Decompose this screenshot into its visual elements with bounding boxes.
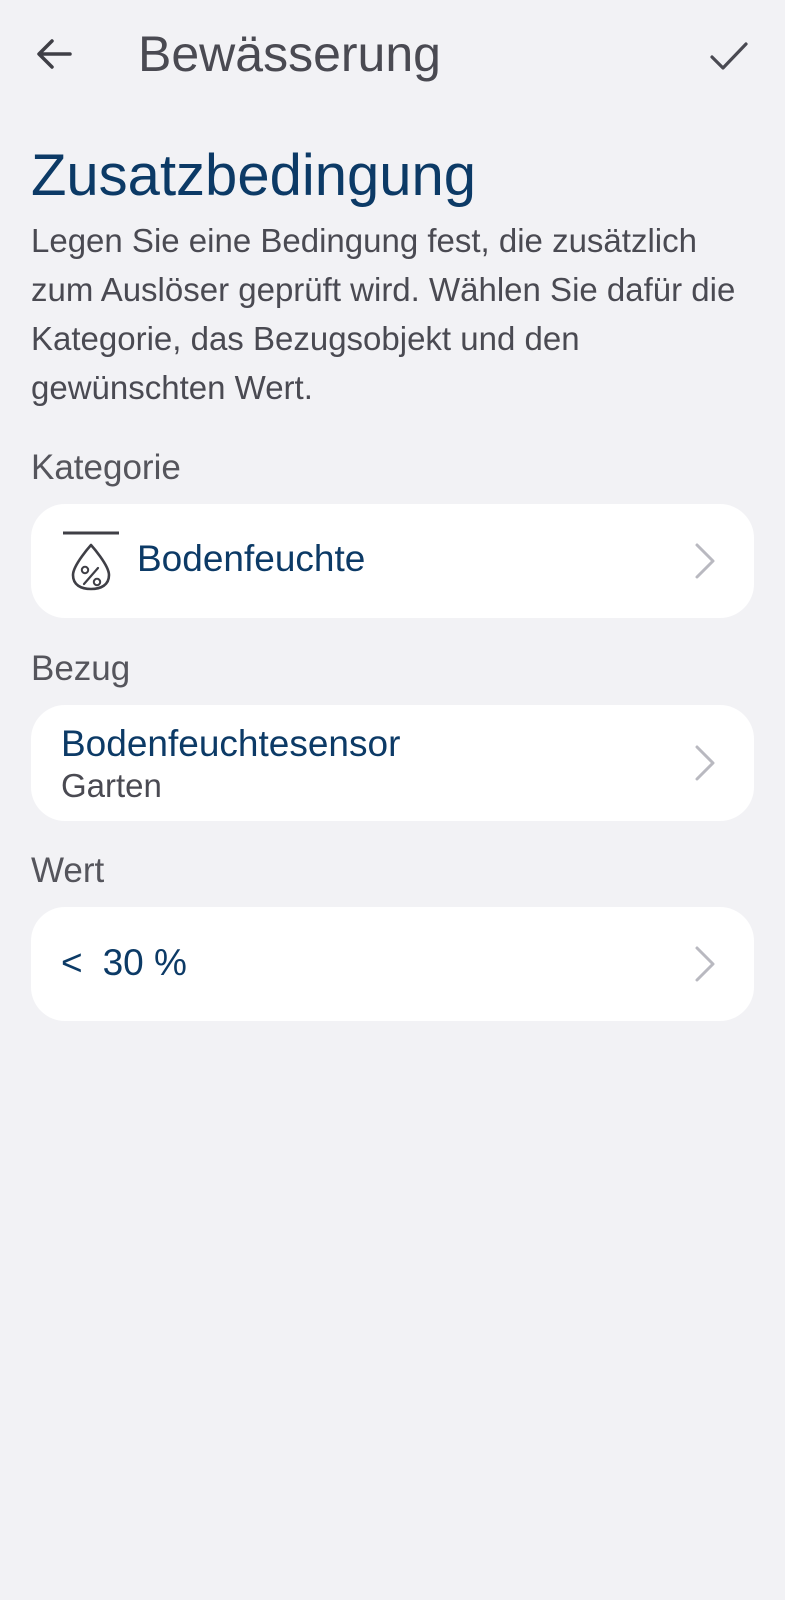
- soil-moisture-icon: [63, 531, 119, 591]
- back-button[interactable]: [28, 28, 80, 80]
- app-title: Bewässerung: [138, 26, 441, 82]
- reference-location: Garten: [61, 767, 162, 804]
- category-card[interactable]: Bodenfeuchte: [31, 504, 754, 618]
- category-value: Bodenfeuchte: [137, 538, 366, 579]
- chevron-right-icon: [695, 543, 715, 579]
- reference-label: Bezug: [31, 649, 131, 688]
- chevron-right-icon: [695, 745, 715, 781]
- reference-device: Bodenfeuchtesensor: [61, 723, 401, 764]
- confirm-button[interactable]: [701, 28, 757, 84]
- reference-card[interactable]: Bodenfeuchtesensor Garten: [31, 705, 754, 821]
- category-label: Kategorie: [31, 448, 181, 487]
- app-bar: Bewässerung: [0, 0, 785, 110]
- value-operator: <: [61, 942, 83, 983]
- section-title: Zusatzbedingung: [31, 143, 476, 208]
- arrow-left-icon: [37, 39, 72, 69]
- value-amount: 30 %: [102, 942, 187, 983]
- value-display: <30 %: [61, 939, 187, 987]
- value-label: Wert: [31, 851, 105, 890]
- check-icon: [710, 42, 748, 70]
- value-card[interactable]: <30 %: [31, 907, 754, 1021]
- chevron-right-icon: [695, 946, 715, 982]
- section-description: Legen Sie eine Bedingung fest, die zusät…: [31, 222, 736, 406]
